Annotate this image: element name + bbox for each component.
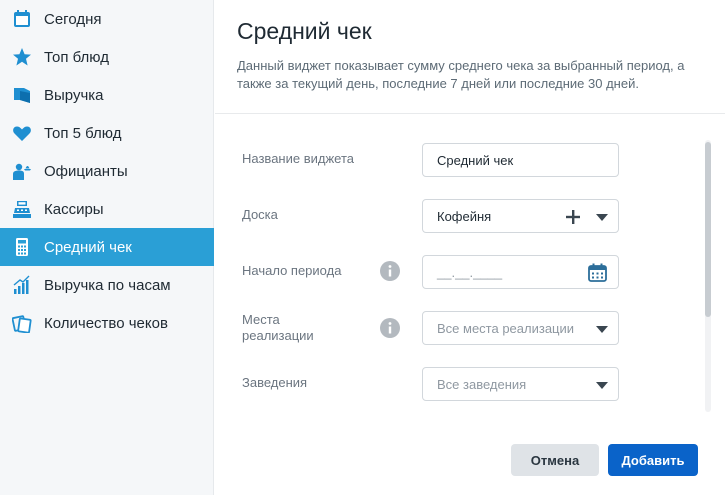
calculator-icon bbox=[16, 238, 28, 256]
period-start-placeholder: __.__.____ bbox=[437, 265, 503, 280]
star-icon bbox=[13, 48, 31, 66]
sidebar-item-average-check[interactable]: Средний чек bbox=[0, 228, 214, 266]
board-value: Кофейня bbox=[437, 209, 492, 224]
period-start-field[interactable]: __.__.____ bbox=[422, 255, 619, 289]
sidebar-item-today[interactable]: Сегодня bbox=[0, 0, 214, 38]
receipts-icon bbox=[12, 315, 32, 333]
places-placeholder: Все места реализации bbox=[437, 321, 575, 336]
venues-select[interactable]: Все заведения bbox=[422, 367, 619, 401]
sidebar-item-waiters[interactable]: Официанты bbox=[0, 152, 214, 190]
board-select[interactable]: Кофейня bbox=[422, 199, 619, 233]
chevron-down-icon[interactable] bbox=[596, 382, 608, 389]
cancel-button[interactable]: Отмена bbox=[511, 444, 599, 476]
sidebar-item-label: Выручка по часам bbox=[44, 276, 171, 294]
sidebar-item-check-count[interactable]: Количество чеков bbox=[0, 304, 214, 342]
divider bbox=[215, 113, 725, 114]
waiter-icon bbox=[13, 163, 31, 180]
dialog-description: Данный виджет показывает сумму среднего … bbox=[237, 58, 685, 91]
sidebar-item-label: Количество чеков bbox=[44, 314, 168, 332]
cash-register-icon bbox=[13, 201, 31, 218]
places-label-line1: Места bbox=[242, 312, 280, 327]
book-icon bbox=[14, 88, 30, 103]
places-select[interactable]: Все места реализации bbox=[422, 311, 619, 345]
calendar-icon bbox=[14, 10, 30, 27]
sidebar-item-top-dishes[interactable]: Топ блюд bbox=[0, 38, 214, 76]
sidebar-item-label: Кассиры bbox=[44, 200, 104, 218]
board-label: Доска bbox=[242, 207, 278, 222]
widget-name-value: Средний чек bbox=[437, 153, 514, 168]
venues-label: Заведения bbox=[242, 375, 308, 390]
heart-icon bbox=[13, 126, 31, 141]
info-icon[interactable] bbox=[380, 318, 400, 338]
widget-name-label: Название виджета bbox=[242, 151, 354, 166]
scrollbar-thumb[interactable] bbox=[705, 142, 711, 317]
sidebar-item-label: Выручка bbox=[44, 86, 104, 104]
bar-chart-icon bbox=[13, 275, 30, 294]
sidebar-item-label: Топ блюд bbox=[44, 48, 109, 66]
sidebar-item-hourly-revenue[interactable]: Выручка по часам bbox=[0, 266, 214, 304]
places-label-line2: реализации bbox=[242, 328, 314, 343]
chevron-down-icon[interactable] bbox=[596, 326, 608, 333]
calendar-icon[interactable] bbox=[588, 263, 607, 282]
sidebar-item-cashiers[interactable]: Кассиры bbox=[0, 190, 214, 228]
chevron-down-icon[interactable] bbox=[596, 214, 608, 221]
sidebar-item-label: Сегодня bbox=[44, 10, 102, 28]
info-icon[interactable] bbox=[380, 261, 400, 281]
period-start-label: Начало периода bbox=[242, 263, 342, 278]
add-button[interactable]: Добавить bbox=[608, 444, 698, 476]
sidebar-item-revenue[interactable]: Выручка bbox=[0, 76, 214, 114]
sidebar-item-label: Средний чек bbox=[44, 238, 132, 256]
plus-icon[interactable] bbox=[566, 210, 580, 224]
sidebar-item-label: Официанты bbox=[44, 162, 128, 180]
venues-placeholder: Все заведения bbox=[437, 377, 527, 392]
widget-name-field[interactable]: Средний чек bbox=[422, 143, 619, 177]
sidebar-item-label: Топ 5 блюд bbox=[44, 124, 122, 142]
dialog-title: Средний чек bbox=[237, 18, 372, 44]
places-label: Места реализации bbox=[242, 312, 314, 344]
sidebar: Сегодня Топ блюд Выручка Топ 5 блюд Офиц… bbox=[0, 0, 214, 495]
sidebar-item-top5-dishes[interactable]: Топ 5 блюд bbox=[0, 114, 214, 152]
